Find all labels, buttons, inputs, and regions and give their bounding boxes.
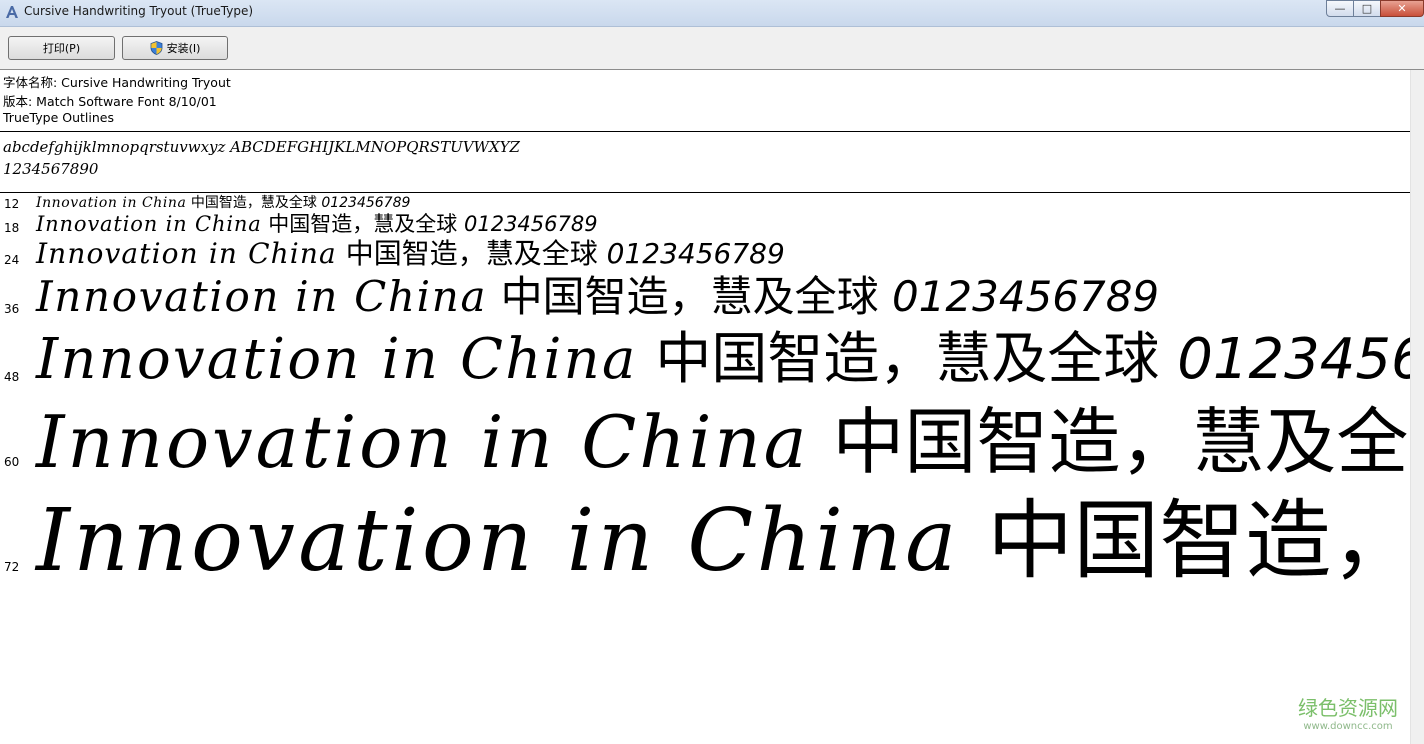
sample-text: Innovation in China 中国智造，慧及全球 0123456789 xyxy=(36,240,785,268)
font-preview-area: 字体名称: Cursive Handwriting Tryout 版本: Mat… xyxy=(0,70,1410,744)
font-name-line: 字体名称: Cursive Handwriting Tryout xyxy=(3,75,231,90)
divider xyxy=(0,131,1410,132)
minimize-button[interactable]: — xyxy=(1326,0,1354,17)
sample-size-label: 48 xyxy=(4,370,20,384)
maximize-button[interactable]: □ xyxy=(1353,0,1381,17)
toolbar: 打印(P) 安装(I) xyxy=(0,27,1424,70)
sample-latin: Innovation in China xyxy=(36,327,638,392)
print-button[interactable]: 打印(P) xyxy=(8,36,115,60)
title-bar: Cursive Handwriting Tryout (TrueType) — … xyxy=(0,0,1424,27)
shield-icon xyxy=(150,41,162,55)
font-outline-line: TrueType Outlines xyxy=(3,110,114,125)
divider xyxy=(0,192,1410,193)
sample-latin: Innovation in China xyxy=(36,212,262,236)
window-title: Cursive Handwriting Tryout (TrueType) xyxy=(24,4,254,18)
font-version-line: 版本: Match Software Font 8/10/01 xyxy=(3,94,217,109)
sample-numbers: 0123456789 xyxy=(1177,327,1410,392)
sample-numbers: 0123456789 xyxy=(321,195,411,211)
sample-size-label: 24 xyxy=(4,253,20,267)
watermark-text: 绿色资源网 xyxy=(1298,696,1398,720)
sample-cjk: 中国智造，慧及 xyxy=(987,491,1410,591)
close-button[interactable]: ✕ xyxy=(1380,0,1424,17)
sample-size-label: 36 xyxy=(4,302,20,316)
sample-cjk: 中国智造，慧及全球 xyxy=(345,237,598,270)
watermark-url: www.downcc.com xyxy=(1303,721,1393,732)
sample-cjk: 中国智造，慧及全球 xyxy=(655,327,1160,392)
sample-cjk: 中国智造，慧及全球 xyxy=(500,272,879,321)
sample-text: Innovation in China 中国智造，慧及 xyxy=(36,498,1410,584)
print-button-label: 打印(P) xyxy=(42,42,81,55)
sample-size-label: 12 xyxy=(4,197,20,211)
sample-text: Innovation in China 中国智造，慧及全球 0123456789 xyxy=(36,196,410,210)
vertical-scrollbar[interactable] xyxy=(1410,70,1424,744)
sample-latin: Innovation in China xyxy=(36,400,810,484)
charset-digits: 1234567890 xyxy=(3,160,99,178)
sample-numbers: 0123456789 xyxy=(891,272,1160,321)
install-button[interactable]: 安装(I) xyxy=(122,36,228,60)
charset-letters: abcdefghijklmnopqrstuvwxyz ABCDEFGHIJKLM… xyxy=(3,138,520,156)
sample-latin: Innovation in China xyxy=(36,195,187,211)
sample-text: Innovation in China 中国智造，慧及全球 0123456789 xyxy=(36,276,1159,318)
sample-latin: Innovation in China xyxy=(36,237,337,270)
sample-numbers: 0123456789 xyxy=(463,212,598,236)
sample-latin: Innovation in China xyxy=(36,272,488,321)
sample-size-label: 72 xyxy=(4,560,20,574)
watermark: 绿色资源网 www.downcc.com xyxy=(1288,692,1408,732)
install-button-label: 安装(I) xyxy=(166,42,201,55)
sample-text: Innovation in China 中国智造，慧及全球 0123456789 xyxy=(36,332,1410,388)
sample-cjk: 中国智造，慧及全球 xyxy=(190,195,317,211)
sample-text: Innovation in China 中国智造，慧及全球 0 xyxy=(36,406,1410,478)
sample-size-label: 18 xyxy=(4,221,20,235)
sample-numbers: 0123456789 xyxy=(606,237,785,270)
sample-cjk: 中国智造，慧及全球 xyxy=(268,212,458,236)
font-app-icon xyxy=(6,6,18,18)
sample-size-label: 60 xyxy=(4,455,20,469)
sample-latin: Innovation in China xyxy=(36,491,960,591)
sample-text: Innovation in China 中国智造，慧及全球 0123456789 xyxy=(36,214,598,235)
sample-cjk: 中国智造，慧及全球 xyxy=(832,400,1410,484)
